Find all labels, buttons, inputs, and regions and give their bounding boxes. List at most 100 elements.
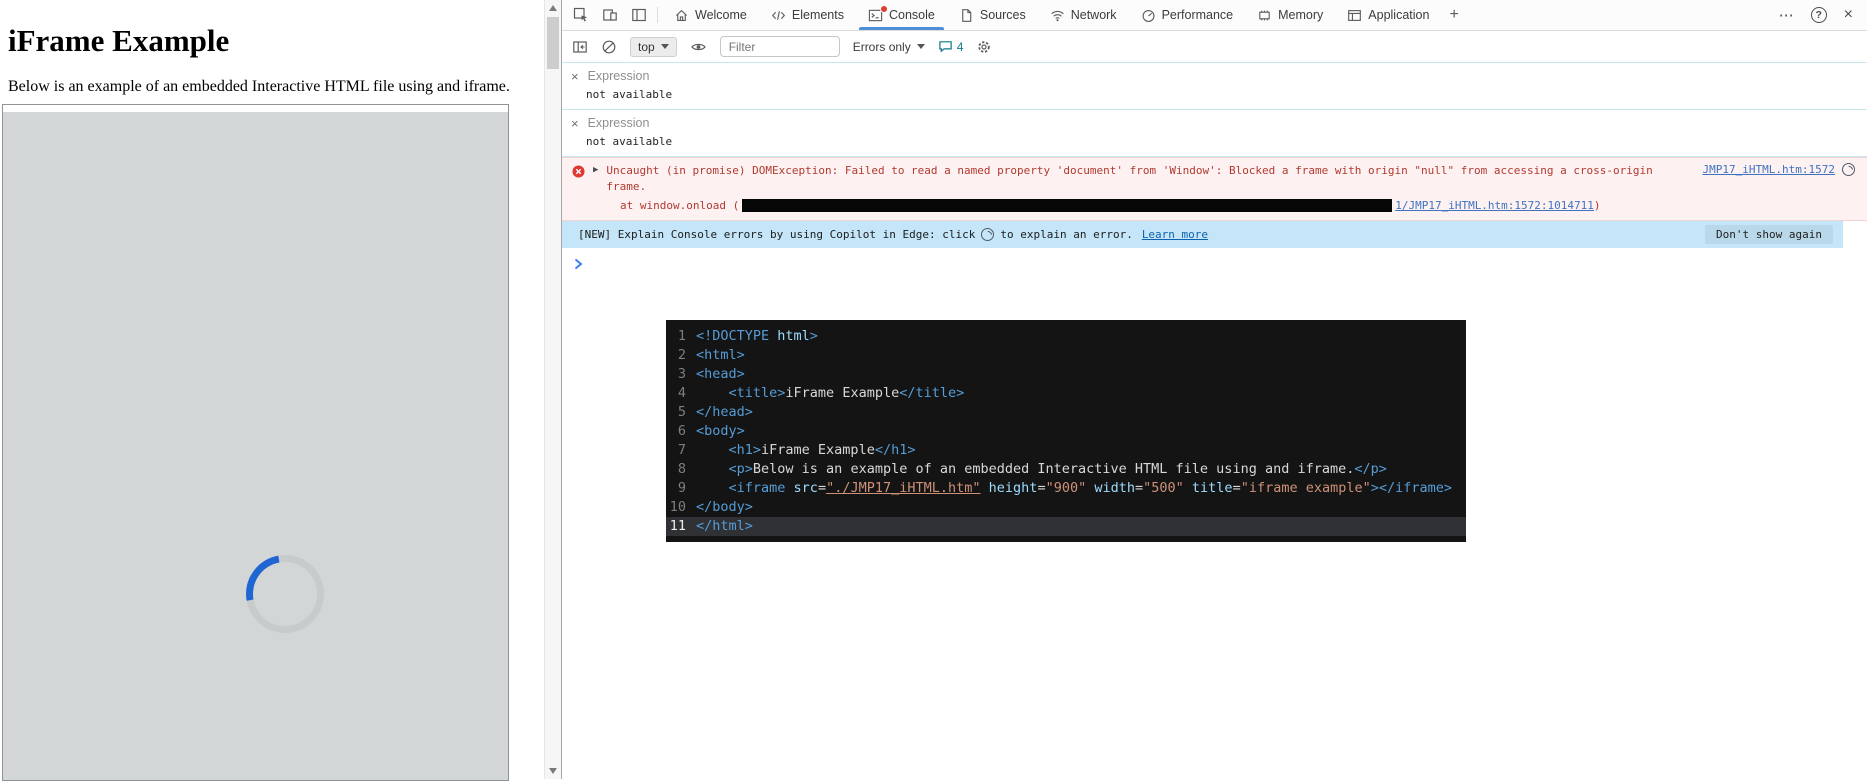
code-line: 7 <h1>iFrame Example</h1> bbox=[666, 441, 1466, 460]
settings-gear-icon[interactable] bbox=[976, 39, 992, 55]
code-line-text: </head> bbox=[696, 404, 753, 420]
code-line: 6 <body> bbox=[666, 422, 1466, 441]
error-source-link[interactable]: JMP17_iHTML.htm:1572 bbox=[1703, 163, 1835, 176]
code-block: 1 <!DOCTYPE html> 2 <html> 3 <head> 4 <title>i… bbox=[666, 320, 1466, 542]
devtools-tabbar: Welcome Elements Console Sources Network… bbox=[562, 0, 1867, 31]
toolbar-divider bbox=[657, 7, 658, 23]
scroll-up-icon[interactable] bbox=[549, 5, 557, 11]
console-sidebar-icon[interactable] bbox=[572, 39, 588, 55]
stack-close-paren: ) bbox=[1593, 199, 1601, 212]
inspect-icon[interactable] bbox=[566, 0, 595, 30]
tab-label: Elements bbox=[791, 8, 844, 22]
devtools-panel: Welcome Elements Console Sources Network… bbox=[561, 0, 1867, 779]
elements-icon bbox=[771, 8, 786, 23]
code-line: 10 </body> bbox=[666, 498, 1466, 517]
tabbar-right-controls: ⋯ ? × bbox=[1779, 0, 1867, 30]
page-title: iFrame Example bbox=[8, 23, 230, 58]
code-lines: 1 <!DOCTYPE html> 2 <html> 3 <head> 4 <title>i… bbox=[666, 327, 1466, 536]
dismiss-banner-button[interactable]: Don't show again bbox=[1705, 225, 1833, 244]
tab-console[interactable]: Console bbox=[856, 0, 947, 30]
filter-input[interactable] bbox=[719, 36, 840, 57]
code-line-text: <html> bbox=[696, 347, 745, 363]
screen: iFrame Example Below is an example of an… bbox=[0, 0, 1867, 781]
error-stack-frame: at window.onload ( 1/JMP17_iHTML.htm:157… bbox=[620, 198, 1855, 213]
chevron-down-icon bbox=[660, 44, 669, 49]
layout-panel-icon[interactable] bbox=[624, 0, 653, 30]
tab-label: Application bbox=[1368, 8, 1430, 22]
performance-icon bbox=[1141, 8, 1156, 23]
expression-header: × Expression bbox=[562, 69, 1867, 83]
tab-sources[interactable]: Sources bbox=[947, 0, 1038, 30]
log-level-label: Errors only bbox=[852, 39, 911, 54]
remove-expression-icon[interactable]: × bbox=[571, 117, 579, 130]
sources-icon bbox=[959, 8, 974, 23]
code-line: 5 </head> bbox=[666, 403, 1466, 422]
log-level-filter[interactable]: Errors only bbox=[853, 40, 925, 54]
code-line: 1 <!DOCTYPE html> bbox=[666, 327, 1466, 346]
page-scrollbar[interactable] bbox=[544, 0, 561, 779]
code-line: 11 </html> bbox=[666, 517, 1466, 536]
expression-value: not available bbox=[586, 88, 673, 101]
code-line-text: <h1>iFrame Example</h1> bbox=[728, 442, 916, 458]
close-icon[interactable]: × bbox=[1844, 6, 1853, 24]
tab-performance[interactable]: Performance bbox=[1129, 0, 1246, 30]
prompt-chevron-icon bbox=[574, 258, 583, 270]
error-row: ▶ Uncaught (in promise) DOMException: Fa… bbox=[572, 163, 1855, 195]
learn-more-link[interactable]: Learn more bbox=[1142, 227, 1208, 243]
help-icon[interactable]: ? bbox=[1810, 7, 1827, 23]
eye-icon[interactable] bbox=[690, 39, 707, 55]
tab-label: Welcome bbox=[695, 8, 747, 22]
code-line-number: 3 bbox=[677, 366, 686, 382]
tab-network[interactable]: Network bbox=[1038, 0, 1129, 30]
loading-spinner bbox=[230, 539, 340, 649]
code-line-text: <body> bbox=[696, 423, 745, 439]
tab-welcome[interactable]: Welcome bbox=[662, 0, 759, 30]
code-line-number: 8 bbox=[677, 461, 686, 477]
remove-expression-icon[interactable]: × bbox=[571, 70, 579, 83]
code-line: 2 <html> bbox=[666, 346, 1466, 365]
expression-label: Expression bbox=[587, 116, 650, 130]
tab-elements[interactable]: Elements bbox=[759, 0, 856, 30]
code-line-number: 11 bbox=[669, 518, 686, 534]
console-toolbar: top Errors only 4 bbox=[562, 31, 1867, 62]
scroll-down-icon[interactable] bbox=[549, 768, 557, 774]
banner-text-after: to explain an error. bbox=[1000, 227, 1133, 241]
iframe-content bbox=[3, 112, 508, 780]
page-description: Below is an example of an embedded Inter… bbox=[8, 78, 510, 95]
code-line-number: 10 bbox=[669, 499, 686, 515]
code-line: 4 <title>iFrame Example</title> bbox=[666, 384, 1466, 403]
expand-caret-icon[interactable]: ▶ bbox=[593, 165, 598, 175]
code-line-text: </body> bbox=[696, 499, 753, 515]
code-line-text: <p>Below is an example of an embedded In… bbox=[728, 461, 1387, 477]
live-expression: × Expression not available bbox=[562, 110, 1867, 157]
tab-label: Network bbox=[1070, 8, 1117, 22]
stack-source-link[interactable]: 1/JMP17_iHTML.htm:1572:1014711 bbox=[1395, 198, 1594, 213]
copilot-icon[interactable] bbox=[1842, 163, 1855, 176]
add-tab-button[interactable]: + bbox=[1441, 0, 1466, 30]
home-icon bbox=[674, 8, 689, 23]
banner-copilot-icon[interactable] bbox=[981, 228, 995, 241]
hidden-messages-indicator[interactable]: 4 bbox=[938, 39, 963, 54]
chevron-down-icon bbox=[916, 44, 925, 49]
code-line-number: 2 bbox=[677, 347, 686, 363]
console-prompt[interactable] bbox=[562, 248, 1867, 270]
network-icon bbox=[1050, 8, 1065, 23]
code-line-number: 1 bbox=[677, 328, 686, 344]
tab-memory[interactable]: Memory bbox=[1245, 0, 1335, 30]
expression-header: × Expression bbox=[562, 116, 1867, 130]
more-options-icon[interactable]: ⋯ bbox=[1779, 6, 1794, 24]
tab-application[interactable]: Application bbox=[1335, 0, 1441, 30]
code-line-number: 6 bbox=[677, 423, 686, 439]
console-icon bbox=[868, 4, 888, 23]
application-icon bbox=[1347, 8, 1362, 23]
context-selector[interactable]: top bbox=[630, 36, 677, 57]
scrollbar-thumb[interactable] bbox=[547, 17, 559, 69]
error-source: JMP17_iHTML.htm:1572 bbox=[1683, 163, 1855, 176]
code-line-text: <head> bbox=[696, 366, 745, 382]
code-line-number: 7 bbox=[677, 442, 686, 458]
clear-console-icon[interactable] bbox=[601, 39, 617, 55]
code-line-text: <title>iFrame Example</title> bbox=[728, 385, 965, 401]
code-line-text: </html> bbox=[696, 518, 753, 534]
device-toolbar-icon[interactable] bbox=[595, 0, 624, 30]
stack-prefix: at window.onload ( bbox=[620, 199, 740, 212]
